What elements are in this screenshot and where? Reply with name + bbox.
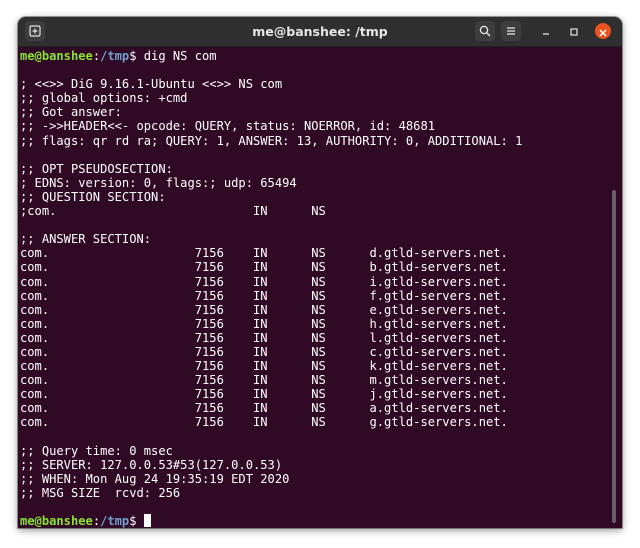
output-line: ;; QUESTION SECTION: xyxy=(20,189,166,204)
title-bar[interactable]: me@banshee: /tmp xyxy=(18,17,622,47)
command-output: ; <<>> DiG 9.16.1-Ubuntu <<>> NS com;; g… xyxy=(20,63,608,514)
menu-button[interactable] xyxy=(501,21,521,41)
output-line: ;; SERVER: 127.0.0.53#53(127.0.0.53) xyxy=(20,457,283,472)
output-line: ;; global options: +cmd xyxy=(20,91,188,106)
output-line: ;; Query time: 0 msec xyxy=(20,443,173,458)
final-prompt-user-host: me@banshee xyxy=(20,514,93,528)
window-title: me@banshee: /tmp xyxy=(252,24,388,39)
command-prompt-line: me@banshee:/tmp$ dig NS com xyxy=(20,49,608,63)
final-prompt-symbol: $ xyxy=(129,514,144,528)
output-line: com. 7156 IN NS m.gtld-servers.net. xyxy=(20,373,508,388)
scrollbar[interactable] xyxy=(612,190,616,523)
prompt-user-host: me@banshee xyxy=(20,49,93,63)
text-cursor xyxy=(143,514,151,528)
output-line: ;; MSG SIZE rcvd: 256 xyxy=(20,485,181,500)
output-line: ; EDNS: version: 0, flags:; udp: 65494 xyxy=(20,175,297,190)
output-line: ; <<>> DiG 9.16.1-Ubuntu <<>> NS com xyxy=(20,77,283,92)
output-line: ;; ->>HEADER<<- opcode: QUERY, status: N… xyxy=(20,119,436,134)
output-line: ;; flags: qr rd ra; QUERY: 1, ANSWER: 13… xyxy=(20,133,523,148)
close-icon xyxy=(599,22,607,41)
output-line: com. 7156 IN NS a.gtld-servers.net. xyxy=(20,401,508,416)
output-line: ;com. IN NS xyxy=(20,204,326,219)
output-line: com. 7156 IN NS k.gtld-servers.net. xyxy=(20,359,508,374)
output-line: com. 7156 IN NS b.gtld-servers.net. xyxy=(20,260,508,275)
command-text: dig NS com xyxy=(143,49,217,63)
prompt-path: /tmp xyxy=(100,49,130,63)
prompt-separator: : xyxy=(92,49,101,63)
output-line: ;; ANSWER SECTION: xyxy=(20,232,152,247)
final-prompt-line[interactable]: me@banshee:/tmp$ xyxy=(20,514,608,528)
output-line: com. 7156 IN NS i.gtld-servers.net. xyxy=(20,274,508,289)
output-line: com. 7156 IN NS c.gtld-servers.net. xyxy=(20,344,508,359)
minimize-button[interactable] xyxy=(538,23,554,39)
minimize-icon xyxy=(541,22,551,41)
output-line: com. 7156 IN NS f.gtld-servers.net. xyxy=(20,288,508,303)
terminal-window: me@banshee: /tmp me@banshee:/tmp$ dig NS… xyxy=(18,17,622,528)
maximize-icon xyxy=(569,22,579,41)
output-line: com. 7156 IN NS j.gtld-servers.net. xyxy=(20,387,508,402)
output-line: com. 7156 IN NS d.gtld-servers.net. xyxy=(20,246,508,261)
output-line: com. 7156 IN NS g.gtld-servers.net. xyxy=(20,415,508,430)
output-line: ;; Got answer: xyxy=(20,105,122,120)
output-line: com. 7156 IN NS h.gtld-servers.net. xyxy=(20,316,508,331)
final-prompt-separator: : xyxy=(92,514,101,528)
final-prompt-path: /tmp xyxy=(100,514,130,528)
search-button[interactable] xyxy=(475,21,495,41)
close-button[interactable] xyxy=(595,23,611,39)
terminal-output[interactable]: me@banshee:/tmp$ dig NS com ; <<>> DiG 9… xyxy=(18,47,608,528)
output-line: com. 7156 IN NS l.gtld-servers.net. xyxy=(20,330,508,345)
prompt-symbol: $ xyxy=(129,49,144,63)
output-line: ;; WHEN: Mon Aug 24 19:35:19 EDT 2020 xyxy=(20,471,290,486)
maximize-button[interactable] xyxy=(566,23,582,39)
search-icon xyxy=(479,25,491,37)
output-line: com. 7156 IN NS e.gtld-servers.net. xyxy=(20,302,508,317)
output-line: ;; OPT PSEUDOSECTION: xyxy=(20,161,173,176)
hamburger-menu-icon xyxy=(505,25,517,37)
